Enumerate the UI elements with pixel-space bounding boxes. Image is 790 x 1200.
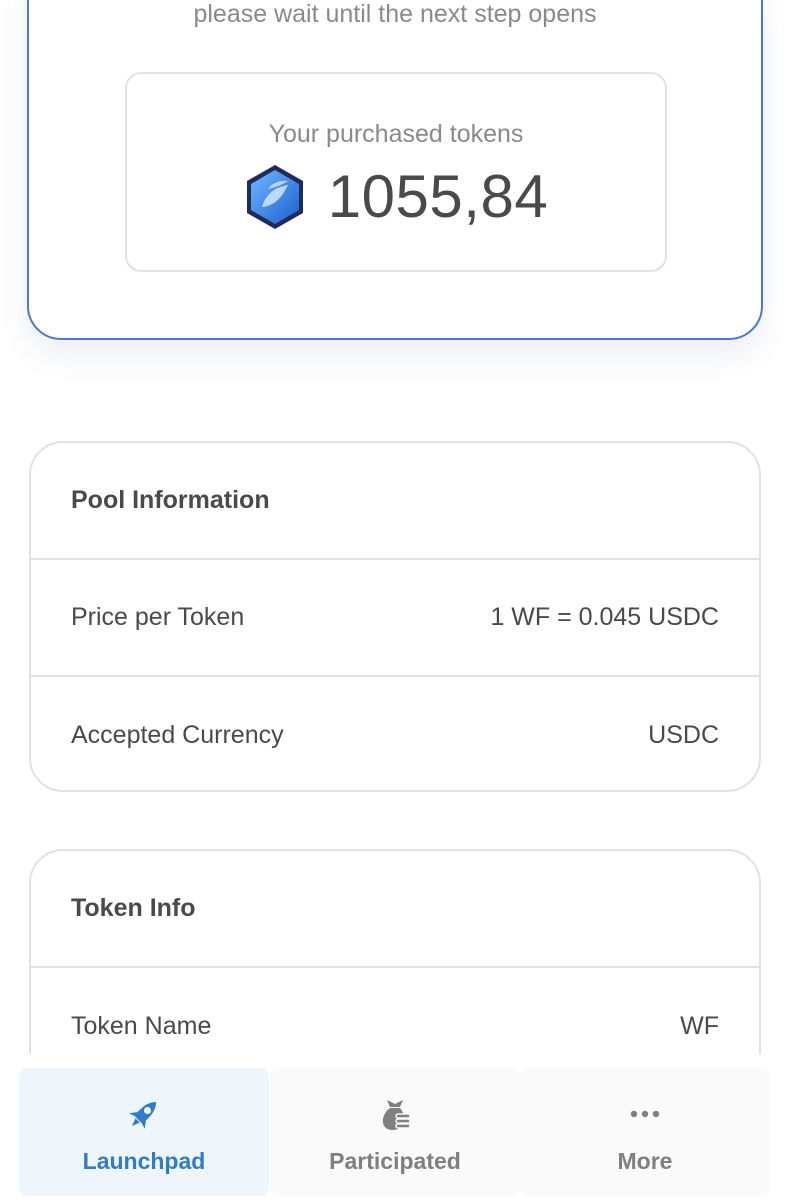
pool-information-header: Pool Information (31, 443, 759, 560)
row-label: Price per Token (71, 603, 245, 631)
nav-item-participated[interactable]: Participated (270, 1068, 520, 1196)
purchase-status-card: please wait until the next step opens Yo… (27, 0, 763, 340)
token-icon (246, 164, 303, 229)
more-dots-icon (625, 1094, 665, 1134)
purchased-tokens-row: 1055,84 (127, 162, 665, 231)
card-title: Token Info (71, 894, 196, 922)
nav-label: More (617, 1148, 673, 1174)
purchased-tokens-box: Your purchased tokens 1055,84 (125, 72, 667, 272)
nav-item-more[interactable]: More (520, 1068, 770, 1196)
nav-label: Launchpad (82, 1148, 206, 1174)
token-info-header: Token Info (31, 851, 759, 968)
purchased-tokens-value: 1055,84 (327, 163, 549, 230)
nav-label: Participated (329, 1148, 461, 1174)
row-label: Token Name (71, 1012, 212, 1040)
rocket-icon (124, 1094, 164, 1134)
pool-information-card: Pool Information Price per Token 1 WF = … (29, 441, 761, 792)
row-label: Accepted Currency (71, 721, 284, 749)
row-value: WF (680, 1012, 719, 1040)
purchased-tokens-label: Your purchased tokens (268, 120, 524, 148)
nav-item-launchpad[interactable]: Launchpad (19, 1068, 269, 1196)
pool-info-row-price: Price per Token 1 WF = 0.045 USDC (31, 560, 759, 677)
wait-message: please wait until the next step opens (193, 0, 597, 28)
row-value: USDC (648, 721, 719, 749)
card-title: Pool Information (71, 486, 270, 514)
row-value: 1 WF = 0.045 USDC (490, 603, 719, 631)
launchpad-page: please wait until the next step opens Yo… (0, 0, 790, 1200)
money-bag-icon (375, 1094, 415, 1134)
bottom-navigation: Launchpad Participated More (0, 1054, 790, 1200)
pool-info-row-currency: Accepted Currency USDC (31, 677, 759, 790)
